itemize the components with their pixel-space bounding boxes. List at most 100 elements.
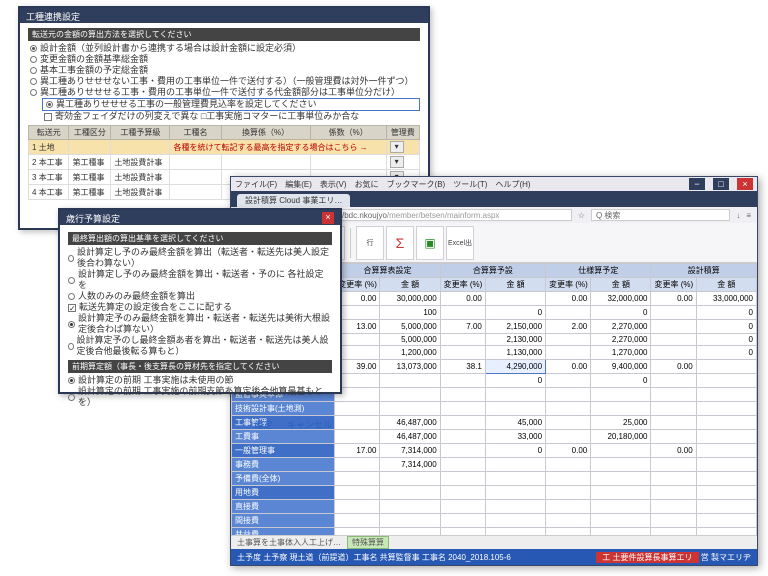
cell-pct[interactable]: 38.1 bbox=[440, 360, 485, 374]
bookmark-star-icon[interactable]: ☆ bbox=[578, 211, 585, 220]
table-row[interactable]: 一般管理事17.007,314,00000.000.00 bbox=[232, 444, 757, 458]
cell-amt[interactable]: 45,000 bbox=[485, 416, 545, 430]
cell-amt[interactable]: 2,270,000 bbox=[591, 320, 651, 334]
cell-amt[interactable]: 0 bbox=[696, 306, 756, 320]
cell-amt[interactable] bbox=[485, 458, 545, 472]
cell-pct[interactable] bbox=[651, 334, 696, 346]
cell-pct[interactable] bbox=[651, 402, 696, 416]
cell-amt[interactable] bbox=[485, 514, 545, 528]
cell-pct[interactable] bbox=[651, 514, 696, 528]
cell-amt[interactable]: 32,000,000 bbox=[591, 292, 651, 306]
menu-bookmark[interactable]: ブックマーク(B) bbox=[387, 179, 446, 190]
cell-amt[interactable]: 0 bbox=[485, 374, 545, 388]
cell-pct[interactable]: 0.00 bbox=[546, 360, 591, 374]
table-row[interactable]: 間接費 bbox=[232, 514, 757, 528]
opt-4[interactable]: 異工種ありせせせない工事・費用の工事単位一件で送付する）（一般管理費は対外一件ず… bbox=[28, 76, 420, 87]
cell-pct[interactable] bbox=[651, 320, 696, 334]
cell-amt[interactable] bbox=[696, 458, 756, 472]
cell-amt[interactable] bbox=[696, 472, 756, 486]
cell-pct[interactable] bbox=[440, 306, 485, 320]
menu-edit[interactable]: 編集(E) bbox=[285, 179, 312, 190]
cell-pct[interactable] bbox=[651, 374, 696, 388]
cell-amt[interactable]: 7,314,000 bbox=[380, 444, 440, 458]
tool-row[interactable]: 行 bbox=[356, 226, 384, 260]
cell-pct[interactable] bbox=[335, 472, 380, 486]
cell-amt[interactable] bbox=[696, 360, 756, 374]
dlg-opt[interactable]: 設計算定し予のみ最終金額を算出（転送者・転送先は美人設定後合わ算ない） bbox=[68, 247, 332, 269]
url-field[interactable]: 🔒 https://bdc.nkoujyo/member/betsen/main… bbox=[303, 209, 572, 221]
dropdown-icon[interactable]: ▾ bbox=[390, 141, 404, 153]
cell-amt[interactable] bbox=[380, 374, 440, 388]
cell-pct[interactable]: 0.00 bbox=[440, 292, 485, 306]
cell-amt[interactable] bbox=[696, 430, 756, 444]
cell-pct[interactable] bbox=[546, 306, 591, 320]
cell-pct[interactable] bbox=[335, 528, 380, 536]
cell-amt[interactable] bbox=[696, 388, 756, 402]
cell-amt[interactable] bbox=[696, 416, 756, 430]
cell-amt[interactable]: 0 bbox=[696, 320, 756, 334]
cell-pct[interactable]: 0.00 bbox=[651, 292, 696, 306]
cell-amt[interactable] bbox=[591, 458, 651, 472]
dlg-opt[interactable]: 人数のみのみ最終金額を算出 bbox=[68, 291, 332, 302]
checkbox-line[interactable]: 寄効金フェイダだけの列変えで異な □工事実施コマターに工事単位みか合な bbox=[42, 111, 420, 122]
cell-amt[interactable]: 1,270,000 bbox=[591, 346, 651, 360]
cell-pct[interactable] bbox=[440, 346, 485, 360]
cell-pct[interactable] bbox=[440, 334, 485, 346]
tool-grid[interactable]: ▣ bbox=[416, 226, 444, 260]
cell-amt[interactable] bbox=[696, 514, 756, 528]
cell-amt[interactable] bbox=[696, 486, 756, 500]
cell-amt[interactable] bbox=[380, 402, 440, 416]
cell-amt[interactable]: 0 bbox=[485, 306, 545, 320]
cell-pct[interactable] bbox=[440, 458, 485, 472]
cell-amt[interactable] bbox=[380, 486, 440, 500]
cell-amt[interactable] bbox=[696, 500, 756, 514]
table-row[interactable]: 1 土地 各種を統けて転記する最高を指定する場合はこちら → ▾ bbox=[29, 140, 420, 155]
cell-pct[interactable] bbox=[546, 472, 591, 486]
highlighted-option[interactable]: 異工種ありせせせる工事の一般管理費見込率を設定してください bbox=[42, 98, 420, 111]
cell-pct[interactable] bbox=[440, 486, 485, 500]
cell-pct[interactable] bbox=[440, 514, 485, 528]
dlg-check[interactable]: 転送先算定の設定後合をここに配する bbox=[68, 302, 332, 313]
cell-amt[interactable] bbox=[591, 444, 651, 458]
cell-amt[interactable] bbox=[591, 472, 651, 486]
cell-amt[interactable] bbox=[485, 486, 545, 500]
cell-pct[interactable] bbox=[335, 500, 380, 514]
th-type[interactable]: 工種区分 bbox=[69, 126, 111, 140]
cell-amt[interactable] bbox=[696, 374, 756, 388]
cell-pct[interactable] bbox=[440, 416, 485, 430]
cell-amt[interactable]: 33,000 bbox=[485, 430, 545, 444]
cell-pct[interactable] bbox=[651, 500, 696, 514]
maximize-button[interactable]: □ bbox=[713, 178, 729, 190]
cell-pct[interactable] bbox=[546, 374, 591, 388]
cell-pct[interactable] bbox=[651, 458, 696, 472]
menu-file[interactable]: ファイル(F) bbox=[235, 179, 277, 190]
cell-pct[interactable] bbox=[440, 430, 485, 444]
table-row[interactable]: 2 本工事 第工種事 土地設費計事 ▾ bbox=[29, 155, 420, 170]
dropdown-icon[interactable]: ▾ bbox=[390, 156, 404, 168]
win2-titlebar[interactable]: 歳行予算設定 × bbox=[60, 210, 340, 225]
cell-amt[interactable]: 0 bbox=[591, 306, 651, 320]
cell-pct[interactable] bbox=[546, 388, 591, 402]
cell-amt[interactable]: 46,487,000 bbox=[380, 416, 440, 430]
cell-pct[interactable] bbox=[546, 458, 591, 472]
cell-pct[interactable] bbox=[440, 472, 485, 486]
cell-pct[interactable] bbox=[546, 430, 591, 444]
table-row[interactable]: 事務費7,314,000 bbox=[232, 458, 757, 472]
cell-amt[interactable]: 13,073,000 bbox=[380, 360, 440, 374]
menu-tool[interactable]: ツール(T) bbox=[453, 179, 487, 190]
opt-2[interactable]: 変更金額の金額基準総金額 bbox=[28, 54, 420, 65]
dlg-opt[interactable]: 設計算定予のみ最終金額を算出・転送者・転送先は美術大根設定後合わば算ない） bbox=[68, 313, 332, 335]
cell-amt[interactable]: 46,487,000 bbox=[380, 430, 440, 444]
cell-pct[interactable] bbox=[546, 514, 591, 528]
menu-icon[interactable]: ≡ bbox=[746, 211, 751, 220]
cell-amt[interactable] bbox=[380, 472, 440, 486]
ok-button[interactable]: 確定 bbox=[254, 418, 272, 431]
cell-amt[interactable] bbox=[485, 402, 545, 416]
dlg-opt[interactable]: 設計算定予のし最終金額あ者を算出・転送者・転送先は美人設定後合他最後転る算もと） bbox=[68, 335, 332, 357]
cell-pct[interactable] bbox=[651, 528, 696, 536]
th-src[interactable]: 転送元 bbox=[29, 126, 69, 140]
cell-pct[interactable] bbox=[546, 500, 591, 514]
th-name[interactable]: 工種名 bbox=[170, 126, 221, 140]
close-button[interactable]: × bbox=[737, 178, 753, 190]
opt-3[interactable]: 基本工事金額の予定総金額 bbox=[28, 65, 420, 76]
